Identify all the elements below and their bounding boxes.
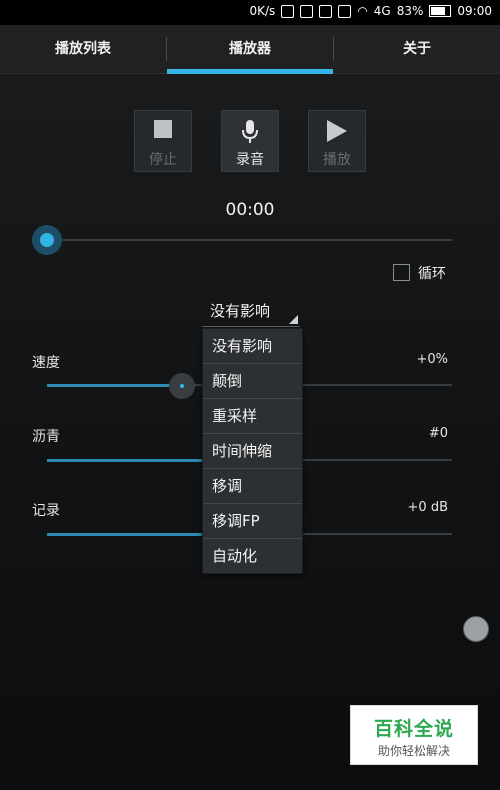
play-label: 播放 — [323, 152, 351, 168]
effect-dropdown-menu: 没有影响 颠倒 重采样 时间伸缩 移调 移调FP 自动化 — [202, 328, 303, 574]
status-bar: 0K/s ◠ 4G 83% 09:00 — [0, 0, 500, 25]
status-icons: 0K/s ◠ 4G 83% 09:00 — [250, 4, 493, 18]
status-time: 09:00 — [457, 4, 492, 18]
tab-playlist[interactable]: 播放列表 — [0, 25, 166, 73]
network-speed: 0K/s — [249, 4, 276, 18]
battery-percent: 83% — [396, 4, 424, 18]
menu-item-resample[interactable]: 重采样 — [203, 399, 302, 434]
record-button[interactable]: 录音 — [221, 110, 279, 172]
play-icon — [309, 120, 365, 142]
loop-checkbox[interactable] — [393, 264, 410, 281]
menu-item-automation[interactable]: 自动化 — [203, 539, 302, 573]
record-label: 录音 — [236, 152, 264, 168]
microphone-icon — [222, 120, 278, 143]
dropdown-arrow-icon — [289, 315, 298, 324]
watermark-logo: 百科全说 助你轻松解决 — [350, 705, 478, 765]
speed-value: +0% — [416, 352, 448, 367]
signal-label: 4G — [373, 4, 391, 18]
tab-selected-indicator — [167, 69, 333, 74]
record-gain-label: 记录 — [32, 503, 60, 519]
tab-about[interactable]: 关于 — [334, 25, 500, 73]
wifi-icon: ◠ — [357, 4, 368, 18]
pitch-label: 沥青 — [32, 429, 60, 445]
menu-item-pitch-shift-fp[interactable]: 移调FP — [203, 504, 302, 539]
pitch-value: #0 — [428, 426, 448, 441]
play-button[interactable]: 播放 — [308, 110, 366, 172]
speed-slider-thumb[interactable] — [169, 373, 195, 399]
stop-label: 停止 — [149, 152, 177, 168]
tab-bar: 播放列表 播放器 关于 — [0, 25, 500, 74]
menu-item-time-stretch[interactable]: 时间伸缩 — [203, 434, 302, 469]
battery-icon — [429, 5, 452, 17]
stop-icon — [135, 120, 191, 142]
record-gain-slider-fill — [47, 533, 202, 536]
loop-label: 循环 — [418, 266, 446, 282]
mute-icon — [319, 4, 333, 18]
playback-progress-track[interactable] — [47, 239, 452, 241]
effect-spinner-value: 没有影响 — [210, 302, 271, 320]
cast-icon — [300, 4, 314, 18]
stop-button[interactable]: 停止 — [134, 110, 192, 172]
pitch-slider-fill — [47, 459, 202, 462]
speed-label: 速度 — [32, 355, 60, 371]
headset-icon — [281, 4, 295, 18]
record-gain-value: +0 dB — [407, 500, 448, 515]
floating-assist-button[interactable] — [463, 616, 489, 642]
speed-slider-fill — [47, 384, 182, 387]
time-display: 00:00 — [225, 200, 275, 220]
watermark-subtitle: 助你轻松解决 — [377, 744, 450, 758]
watermark-title: 百科全说 — [373, 718, 454, 740]
tab-player[interactable]: 播放器 — [167, 25, 333, 73]
menu-item-reverse[interactable]: 颠倒 — [203, 364, 302, 399]
alarm-icon — [338, 4, 352, 18]
playback-progress-thumb[interactable] — [32, 225, 62, 255]
menu-item-pitch-shift[interactable]: 移调 — [203, 469, 302, 504]
effect-spinner[interactable]: 没有影响 — [202, 296, 300, 327]
menu-item-no-effect[interactable]: 没有影响 — [203, 329, 302, 364]
